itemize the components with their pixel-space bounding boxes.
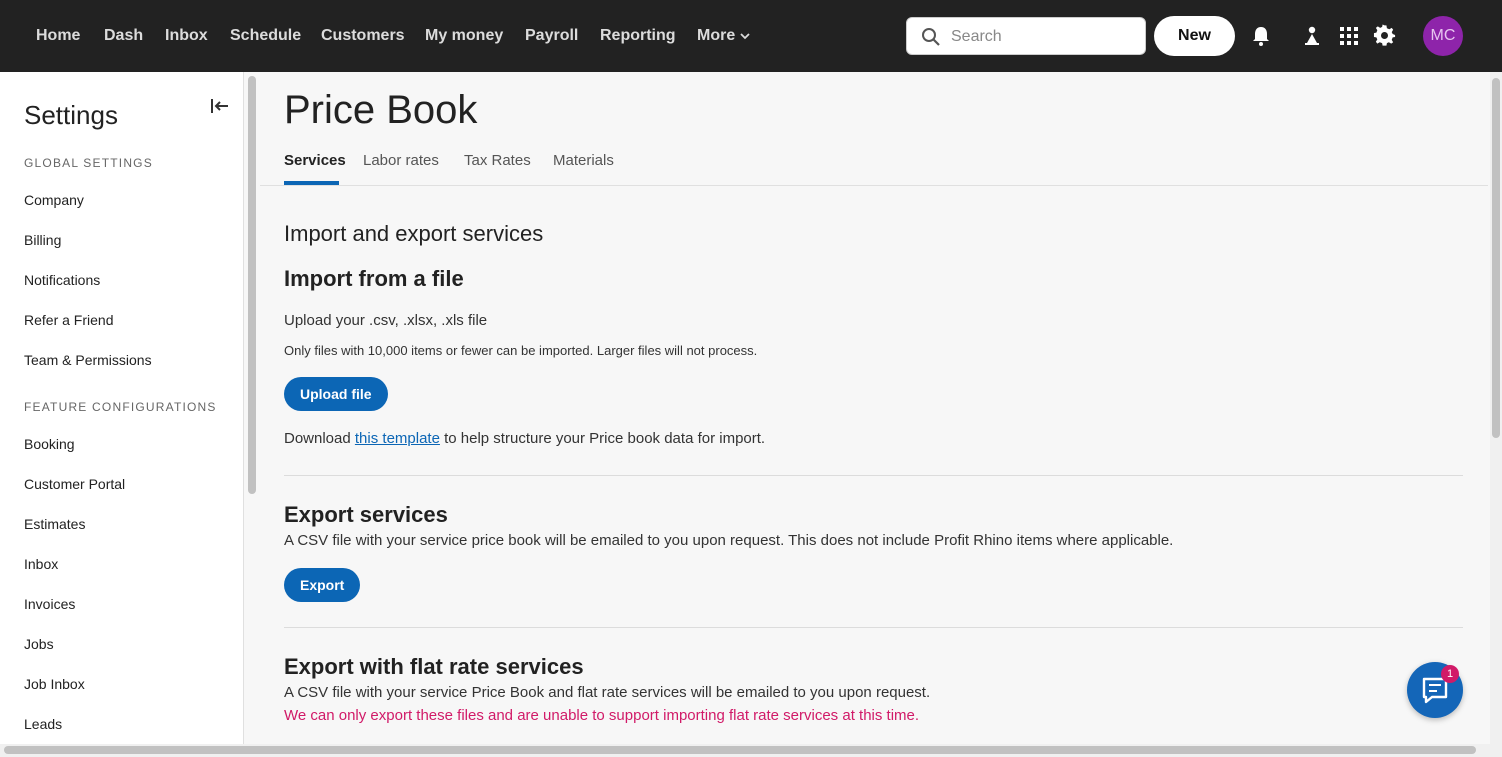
sidebar-item-job-inbox[interactable]: Job Inbox [24,676,85,692]
nav-payroll[interactable]: Payroll [525,26,578,46]
nav-inbox[interactable]: Inbox [165,26,208,46]
sidebar-item-estimates[interactable]: Estimates [24,516,85,532]
gear-icon[interactable] [1373,24,1397,48]
sidebar-item-booking[interactable]: Booking [24,436,75,452]
top-navigation-bar: Home Dash Inbox Schedule Customers My mo… [0,0,1502,72]
tab-services[interactable]: Services [284,152,346,169]
nav-dash[interactable]: Dash [104,26,143,46]
sidebar-title: Settings [24,100,118,130]
chat-notification-badge: 1 [1441,665,1459,683]
tab-materials[interactable]: Materials [553,152,614,169]
sidebar-item-leads[interactable]: Leads [24,716,62,732]
nav-reporting[interactable]: Reporting [600,26,676,46]
download-template-text: Download this template to help structure… [284,430,765,447]
sidebar-item-invoices[interactable]: Invoices [24,596,75,612]
sidebar-item-company[interactable]: Company [24,192,84,208]
nav-customers[interactable]: Customers [321,26,405,46]
nav-schedule[interactable]: Schedule [230,26,301,46]
sidebar-item-refer-a-friend[interactable]: Refer a Friend [24,312,113,328]
upload-instructions: Upload your .csv, .xlsx, .xls file [284,312,488,329]
collapse-sidebar-icon[interactable] [208,94,232,118]
tab-labor-rates[interactable]: Labor rates [363,152,439,169]
export-flat-description: A CSV file with your service Price Book … [284,684,931,701]
nav-home[interactable]: Home [36,26,80,46]
new-button[interactable]: New [1154,16,1235,56]
settings-sidebar: Settings GLOBAL SETTINGS Company Billing… [0,72,244,757]
import-limit-note: Only files with 10,000 items or fewer ca… [284,343,758,358]
search-box[interactable] [906,17,1146,55]
global-settings-label: GLOBAL SETTINGS [24,156,153,170]
bell-icon[interactable] [1249,24,1273,48]
export-flat-heading: Export with flat rate services [284,654,584,679]
page-horizontal-scrollbar[interactable] [4,746,1476,754]
tabs-divider [260,185,1488,186]
template-link[interactable]: this template [355,430,440,447]
search-input[interactable] [951,26,1131,48]
page-vertical-scrollbar[interactable] [1492,78,1500,438]
export-button[interactable]: Export [284,568,361,602]
sidebar-item-team-permissions[interactable]: Team & Permissions [24,352,152,368]
download-prefix: Download [284,430,355,447]
sidebar-scrollbar[interactable] [248,76,256,494]
sidebar-item-jobs[interactable]: Jobs [24,636,54,652]
search-icon [922,28,940,46]
export-flat-warning: We can only export these files and are u… [284,707,920,724]
feature-configurations-label: FEATURE CONFIGURATIONS [24,400,217,414]
upload-file-button[interactable]: Upload file [284,377,388,411]
page-title: Price Book [284,88,478,132]
avatar[interactable]: MC [1423,16,1463,56]
chevron-down-icon [740,33,750,40]
tab-tax-rates[interactable]: Tax Rates [464,152,531,169]
section-title: Import and export services [284,221,544,246]
apps-grid-icon[interactable] [1337,24,1361,48]
export-description: A CSV file with your service price book … [284,532,1174,549]
import-heading: Import from a file [284,266,464,291]
export-heading: Export services [284,502,448,527]
sidebar-item-notifications[interactable]: Notifications [24,272,100,288]
user-pin-icon[interactable] [1300,24,1324,48]
divider [284,627,1463,628]
sidebar-item-customer-portal[interactable]: Customer Portal [24,476,125,492]
nav-more[interactable]: More [697,26,751,46]
divider [284,475,1463,476]
nav-more-label: More [697,27,736,44]
sidebar-item-inbox[interactable]: Inbox [24,556,58,572]
sidebar-item-billing[interactable]: Billing [24,232,61,248]
nav-my-money[interactable]: My money [425,26,503,46]
download-suffix: to help structure your Price book data f… [439,430,766,447]
